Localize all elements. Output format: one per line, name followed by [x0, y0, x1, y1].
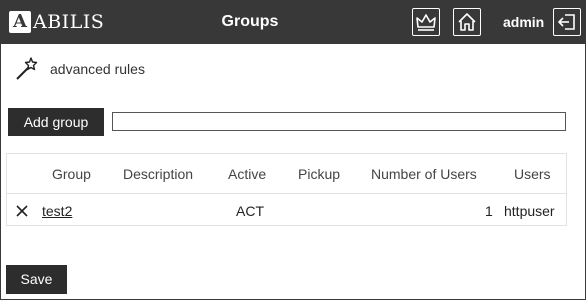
- crown-icon: [416, 14, 436, 31]
- groups-table: Group Description Active Pickup Number o…: [6, 153, 567, 226]
- user-name: admin: [503, 14, 545, 30]
- crown-button[interactable]: [412, 8, 440, 36]
- logout-icon: [558, 14, 575, 30]
- logout-button[interactable]: [553, 8, 581, 36]
- column-header-description: Description: [123, 166, 194, 182]
- column-header-users: Users: [514, 166, 551, 182]
- home-icon: [458, 13, 476, 31]
- save-button[interactable]: Save: [6, 265, 67, 294]
- logo-text: ABILIS: [33, 11, 105, 33]
- window-frame: [0, 0, 586, 300]
- home-button[interactable]: [453, 8, 481, 36]
- group-link[interactable]: test2: [42, 203, 72, 219]
- page-title: Groups: [221, 13, 279, 30]
- group-number-of-users: 1: [485, 203, 493, 219]
- close-icon[interactable]: [16, 205, 28, 217]
- column-header-number-of-users: Number of Users: [371, 166, 477, 182]
- abilis-logo: A ABILIS: [9, 10, 104, 34]
- logo-mark: A: [9, 11, 31, 33]
- top-bar: A ABILIS Groups admin: [0, 0, 586, 44]
- column-header-group: Group: [52, 166, 91, 182]
- advanced-rules-link[interactable]: advanced rules: [14, 56, 145, 82]
- column-header-pickup: Pickup: [298, 166, 341, 182]
- group-name-input[interactable]: [112, 112, 566, 131]
- magic-wand-icon: [16, 57, 38, 80]
- header-divider: [7, 193, 566, 194]
- advanced-rules-label: advanced rules: [50, 61, 145, 77]
- group-active: ACT: [236, 203, 264, 219]
- add-group-button[interactable]: Add group: [8, 108, 104, 136]
- group-users: httpuser: [504, 203, 555, 219]
- logo-letter: A: [13, 11, 27, 32]
- column-header-active: Active: [228, 166, 267, 182]
